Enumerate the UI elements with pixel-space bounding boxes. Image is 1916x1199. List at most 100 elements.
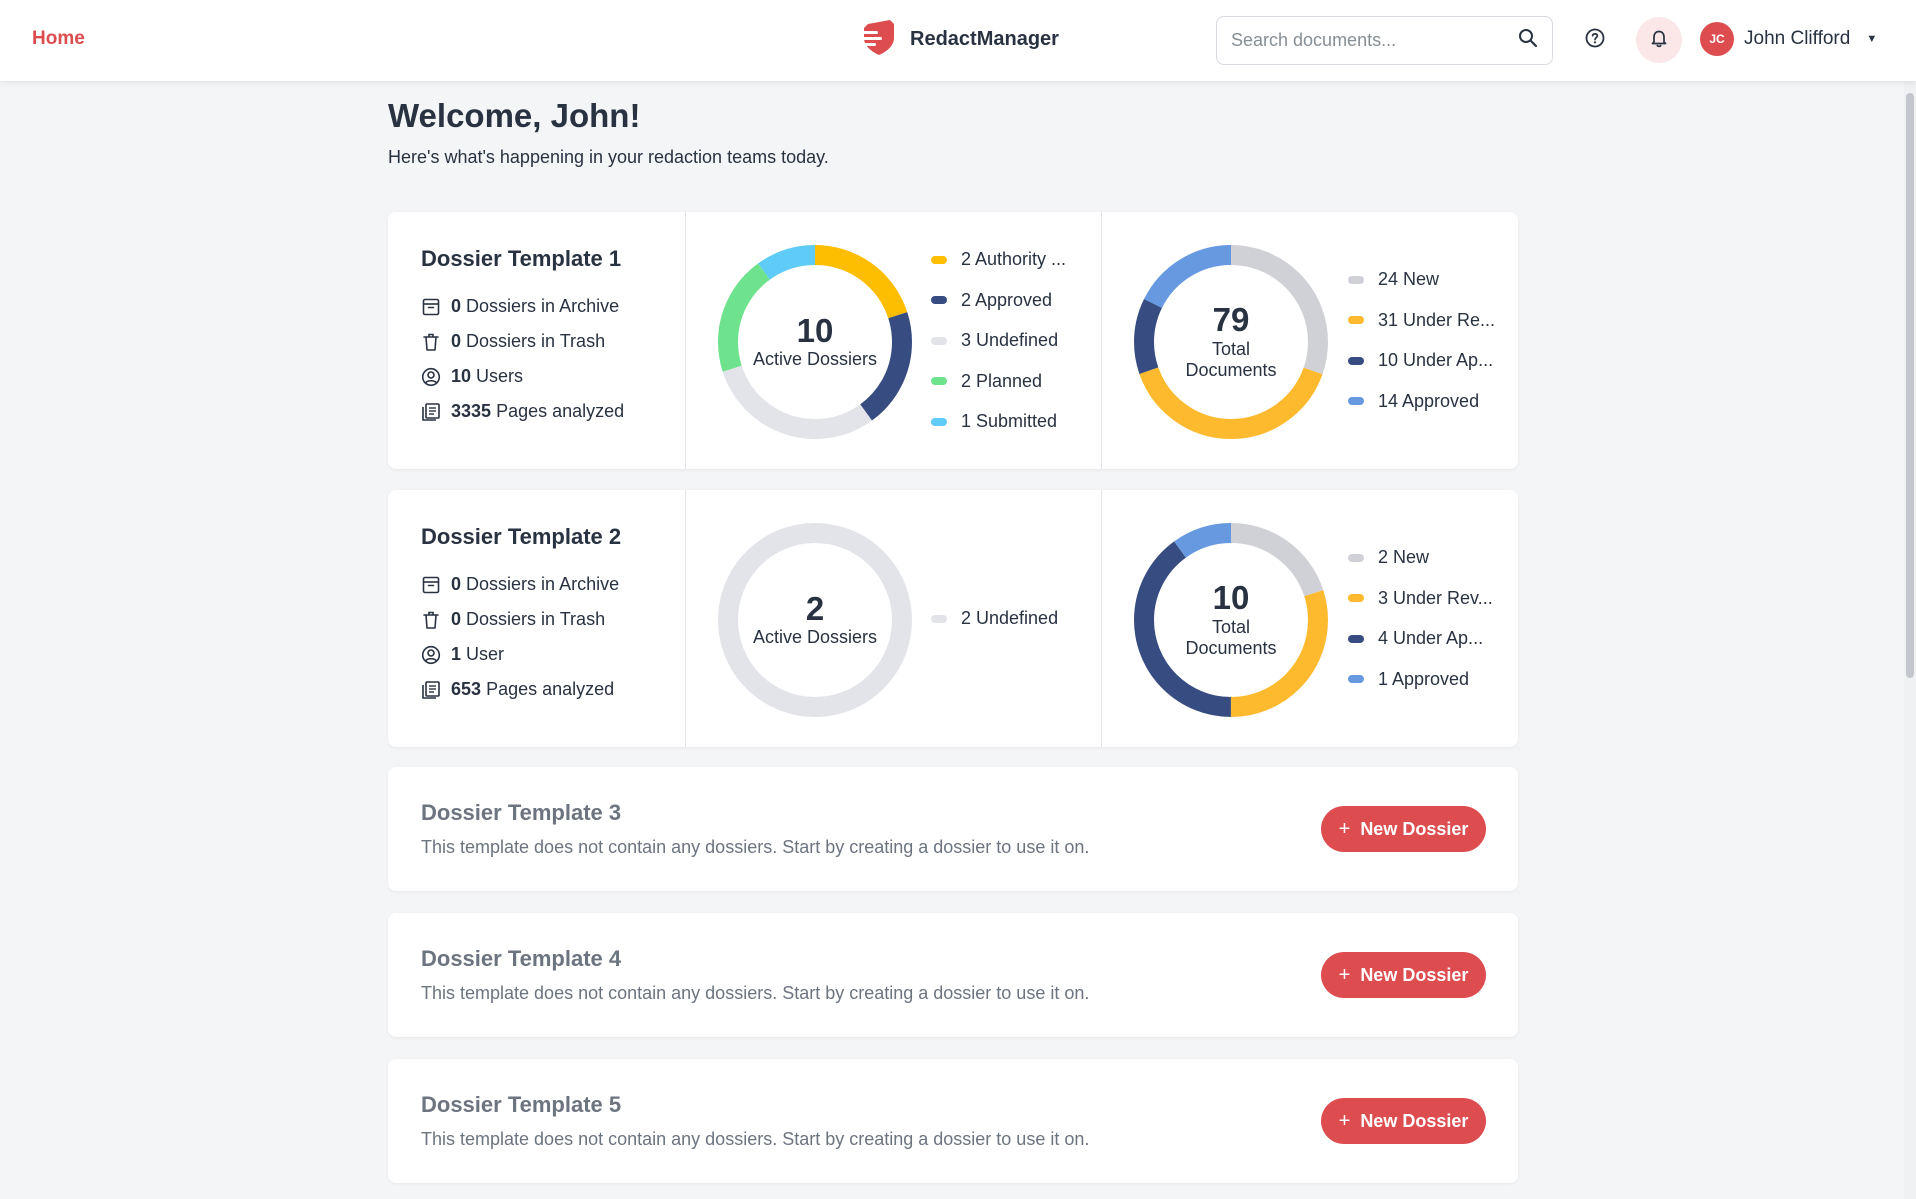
legend-swatch — [931, 377, 947, 385]
legend-item[interactable]: 1 Submitted — [931, 401, 1066, 442]
empty-template-message: This template does not contain any dossi… — [421, 1129, 1090, 1149]
top-navigation-bar: Home RedactManager JC John Clifford — [0, 0, 1916, 81]
legend-label: 10 Under Ap... — [1378, 350, 1494, 371]
brand[interactable]: RedactManager — [860, 18, 1059, 61]
empty-template-card: Dossier Template 4 This template does no… — [388, 913, 1518, 1037]
archive-count: 0 — [451, 574, 462, 594]
page-scrollbar[interactable] — [1904, 81, 1916, 1199]
template-title[interactable]: Dossier Template 5 — [421, 1092, 621, 1118]
search-icon[interactable] — [1518, 28, 1538, 53]
user-name: John Clifford — [1744, 28, 1851, 49]
documents-total-label: Total Documents — [1185, 338, 1277, 381]
dossiers-total: 2 — [805, 590, 825, 628]
legend-label: 4 Under Ap... — [1378, 628, 1484, 649]
documents-legend: 24 New 31 Under Re... 10 Under Ap... 14 App… — [1348, 260, 1495, 422]
legend-item[interactable]: 2 New — [1348, 538, 1493, 579]
legend-swatch — [931, 417, 947, 426]
plus-icon: + — [1338, 1109, 1351, 1132]
legend-swatch — [931, 255, 947, 264]
help-button[interactable] — [1572, 17, 1618, 63]
legend-item[interactable]: 2 Planned — [931, 361, 1066, 402]
bell-icon — [1649, 28, 1669, 53]
template-title[interactable]: Dossier Template 1 — [421, 246, 685, 272]
archive-icon — [421, 575, 441, 595]
search-box[interactable] — [1216, 16, 1553, 65]
user-menu[interactable]: JC John Clifford ▼ — [1700, 22, 1877, 56]
legend-swatch — [1348, 675, 1364, 684]
pages-icon — [421, 680, 441, 700]
users-stat: 10 Users — [421, 359, 685, 394]
trash-stat[interactable]: 0 Dossiers in Trash — [421, 602, 685, 637]
template-title[interactable]: Dossier Template 2 — [421, 524, 685, 550]
new-dossier-button[interactable]: + New Dossier — [1321, 806, 1486, 852]
users-count: 1 — [451, 644, 462, 664]
new-dossier-label: New Dossier — [1360, 1110, 1469, 1131]
plus-icon: + — [1338, 963, 1351, 986]
legend-label: 3 Under Rev... — [1378, 587, 1493, 608]
dossiers-total-label: Active Dossiers — [752, 627, 878, 648]
pages-label: Pages analyzed — [496, 401, 625, 421]
pages-label: Pages analyzed — [486, 679, 615, 699]
dossiers-legend: 2 Undefined — [931, 598, 1058, 639]
documents-donut: 79 Total Documents — [1134, 245, 1328, 444]
users-stat: 1 User — [421, 637, 685, 672]
legend-item[interactable]: 3 Under Rev... — [1348, 578, 1493, 619]
legend-item[interactable]: 2 Approved — [931, 280, 1066, 321]
template-stats-card: Dossier Template 1 0 Dossiers in Archive… — [388, 212, 1518, 469]
users-label: User — [466, 644, 505, 664]
users-label: Users — [476, 366, 524, 386]
pages-count: 653 — [451, 679, 482, 699]
total-documents-chart: 79 Total Documents 24 New 31 Under Re... 1… — [1102, 212, 1518, 469]
brand-name: RedactManager — [910, 28, 1059, 50]
page-subtitle: Here's what's happening in your redactio… — [388, 147, 829, 167]
legend-label: 1 Submitted — [961, 411, 1058, 431]
dossiers-total: 10 — [796, 312, 834, 350]
legend-item[interactable]: 10 Under Ap... — [1348, 341, 1495, 382]
archive-icon — [421, 297, 441, 317]
new-dossier-button[interactable]: + New Dossier — [1321, 952, 1486, 998]
archive-stat[interactable]: 0 Dossiers in Archive — [421, 289, 685, 324]
empty-template-message: This template does not contain any dossi… — [421, 837, 1090, 857]
pages-stat: 3335 Pages analyzed — [421, 394, 685, 429]
new-dossier-button[interactable]: + New Dossier — [1321, 1098, 1486, 1144]
archive-stat[interactable]: 0 Dossiers in Archive — [421, 567, 685, 602]
trash-label: Dossiers in Trash — [466, 609, 606, 629]
template-title[interactable]: Dossier Template 3 — [421, 800, 621, 826]
notifications-button[interactable] — [1636, 17, 1682, 63]
legend-label: 1 Approved — [1378, 668, 1470, 689]
home-link[interactable]: Home — [32, 28, 85, 50]
documents-total: 10 — [1212, 579, 1250, 617]
trash-stat[interactable]: 0 Dossiers in Trash — [421, 324, 685, 359]
users-count: 10 — [451, 366, 472, 386]
user-circle-icon — [421, 367, 441, 387]
documents-total-label: Total Documents — [1185, 616, 1277, 659]
archive-count: 0 — [451, 296, 462, 316]
help-icon — [1585, 28, 1605, 53]
legend-item[interactable]: 2 Authority ... — [931, 239, 1066, 280]
legend-swatch — [931, 296, 947, 304]
legend-swatch — [1348, 634, 1364, 643]
documents-donut: 10 Total Documents — [1134, 523, 1328, 722]
legend-label: 14 Approved — [1378, 390, 1480, 411]
legend-item[interactable]: 4 Under Ap... — [1348, 619, 1493, 660]
legend-item[interactable]: 14 Approved — [1348, 381, 1495, 422]
legend-item[interactable]: 1 Approved — [1348, 659, 1493, 700]
template-title[interactable]: Dossier Template 4 — [421, 946, 621, 972]
pages-stat: 653 Pages analyzed — [421, 672, 685, 707]
scrollbar-thumb[interactable] — [1906, 93, 1914, 678]
avatar: JC — [1700, 22, 1734, 56]
template-info: Dossier Template 1 0 Dossiers in Archive… — [388, 212, 686, 469]
legend-item[interactable]: 24 New — [1348, 260, 1495, 301]
search-input[interactable] — [1231, 30, 1518, 51]
empty-template-message: This template does not contain any dossi… — [421, 983, 1090, 1003]
archive-label: Dossiers in Archive — [466, 574, 620, 594]
chevron-down-icon: ▼ — [1866, 33, 1878, 45]
pages-count: 3335 — [451, 401, 492, 421]
documents-total: 79 — [1212, 301, 1250, 339]
legend-label: 2 Undefined — [961, 608, 1059, 628]
legend-item[interactable]: 3 Undefined — [931, 320, 1066, 361]
legend-label: 24 New — [1378, 269, 1440, 290]
legend-item[interactable]: 31 Under Re... — [1348, 300, 1495, 341]
legend-item[interactable]: 2 Undefined — [931, 598, 1058, 639]
legend-label: 2 New — [1378, 547, 1430, 568]
